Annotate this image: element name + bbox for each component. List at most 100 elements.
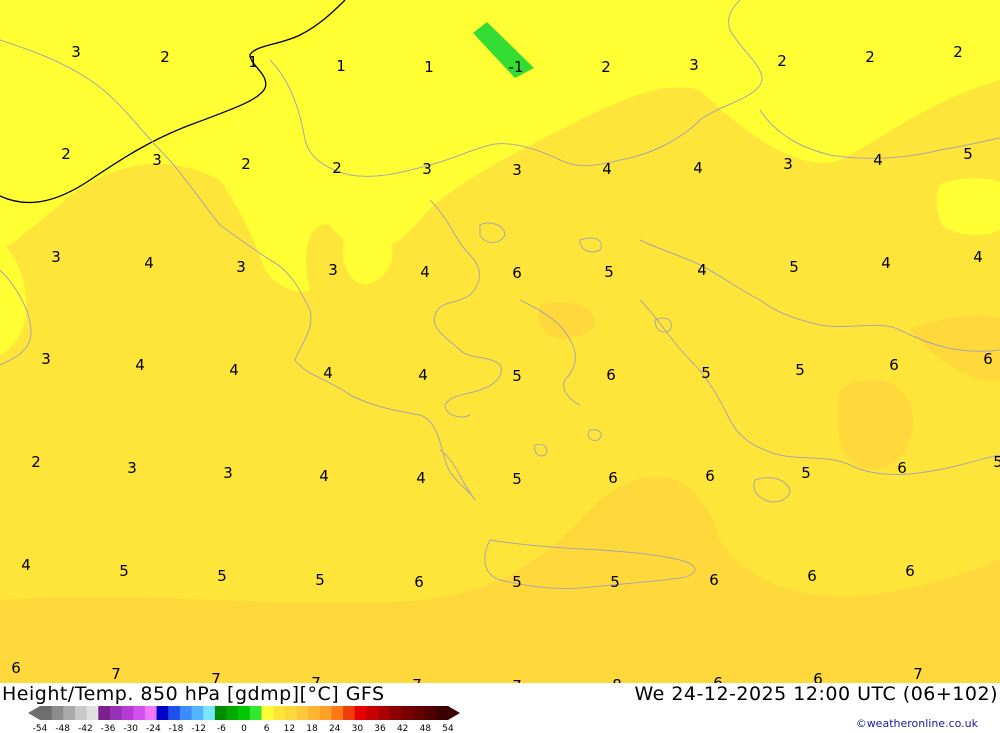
legend-tick-labels: -54 -48 -42 -36 -30 -24 -18 -12 -6 0 6 12 18 24 30 36 42… [33, 724, 454, 733]
temp-label: 6 [709, 571, 719, 589]
legend-swatch [319, 706, 332, 720]
temp-label: 4 [418, 366, 428, 384]
temp-label: 6 [983, 350, 993, 368]
legend-swatch [436, 706, 449, 720]
legend-swatch [331, 706, 344, 720]
legend-swatch [226, 706, 239, 720]
legend-swatch [343, 706, 356, 720]
legend-tick-label: 24 [329, 724, 341, 733]
legend-tick-label: 18 [306, 724, 318, 733]
legend-tick-label: 36 [374, 724, 386, 733]
temp-label: 5 [512, 573, 522, 591]
color-legend: -54 -48 -42 -36 -30 -24 -18 -12 -6 0 6 12 18 24 30 36 42… [28, 706, 460, 733]
legend-tick-label: -36 [101, 724, 116, 733]
temp-label: 3 [152, 151, 162, 169]
legend-tick-label: -6 [217, 724, 226, 733]
temp-label: 3 [328, 261, 338, 279]
legend-swatch [86, 706, 99, 720]
legend-swatch [296, 706, 309, 720]
temp-label: 5 [993, 453, 1000, 471]
temp-label: 7 [412, 676, 422, 683]
temp-label: 8 [612, 676, 622, 683]
temp-label: 6 [414, 573, 424, 591]
temp-label: 3 [223, 464, 233, 482]
temp-label: 4 [135, 356, 145, 374]
temp-label: 2 [241, 155, 251, 173]
temp-label: 3 [689, 56, 699, 74]
temp-label: 7 [111, 665, 121, 683]
temp-label: 4 [420, 263, 430, 281]
legend-swatch [214, 706, 228, 720]
legend-tick-label: 54 [442, 724, 454, 733]
legend-tick-label: -24 [146, 724, 161, 733]
temp-label: 4 [697, 261, 707, 279]
band-2-to-4-east [936, 178, 1000, 235]
legend-tick-label: -30 [123, 724, 138, 733]
legend-swatch [413, 706, 426, 720]
temp-label: 1 [424, 58, 434, 76]
temp-label: 5 [604, 263, 614, 281]
temp-label: 6 [813, 670, 823, 683]
legend-swatch [378, 706, 391, 720]
legend-arrow-left [28, 706, 40, 720]
temp-label: 4 [323, 364, 333, 382]
temp-label: 4 [21, 556, 31, 574]
legend-swatch [354, 706, 367, 720]
temp-label: 5 [610, 573, 620, 591]
legend-swatch [179, 706, 193, 720]
temp-label: -1 [509, 58, 524, 76]
credit-link[interactable]: ©weatheronline.co.uk [856, 717, 978, 730]
temp-label: 4 [602, 160, 612, 178]
temp-label: 2 [953, 43, 963, 61]
temp-label: 4 [693, 159, 703, 177]
temp-label: 6 [905, 562, 915, 580]
legend-swatch [249, 706, 262, 720]
legend-swatch [191, 706, 204, 720]
legend-swatch [156, 706, 169, 720]
temp-label: 1 [336, 57, 346, 75]
temp-label: 5 [217, 567, 227, 585]
legend-swatch [284, 706, 297, 720]
legend-swatch [366, 706, 379, 720]
legend-swatch [121, 706, 134, 720]
legend-tick-label: -12 [191, 724, 206, 733]
legend-swatch [51, 706, 64, 720]
temp-label: 5 [789, 258, 799, 276]
temp-label: 6 [705, 467, 715, 485]
legend-tick-label: 6 [264, 724, 270, 733]
temp-label: 3 [51, 248, 61, 266]
temp-label: 5 [795, 361, 805, 379]
legend-swatch [203, 706, 216, 720]
temp-label: 6 [11, 659, 21, 677]
temp-label: 2 [865, 48, 875, 66]
temp-label: 5 [512, 470, 522, 488]
temp-label: 2 [31, 453, 41, 471]
temp-label: 5 [963, 145, 973, 163]
temp-label: 2 [601, 58, 611, 76]
temp-label: 3 [783, 155, 793, 173]
legend-tick-label: 30 [352, 724, 364, 733]
temp-label: 2 [777, 52, 787, 70]
temp-label: 6 [897, 459, 907, 477]
temp-label: 3 [512, 161, 522, 179]
temp-label: 4 [319, 467, 329, 485]
temp-label: 3 [127, 459, 137, 477]
legend-swatch [63, 706, 76, 720]
legend-tick-label: 48 [420, 724, 432, 733]
temp-label: 3 [41, 350, 51, 368]
legend-tick-label: 0 [241, 724, 247, 733]
map-title: Height/Temp. 850 hPa [gdmp][°C] GFS [2, 683, 385, 705]
temp-label: 3 [236, 258, 246, 276]
temp-label: 6 [606, 366, 616, 384]
legend-swatch [40, 706, 53, 720]
legend-tick-label: 42 [397, 724, 408, 733]
temp-label: 2 [332, 159, 342, 177]
legend-swatch [74, 706, 88, 720]
temp-label: 4 [881, 254, 891, 272]
temp-label: 6 [807, 567, 817, 585]
legend-swatch [424, 706, 437, 720]
legend-tick-label: -54 [33, 724, 48, 733]
legend-arrow-right [448, 706, 460, 720]
legend-tick-label: -48 [55, 724, 70, 733]
temp-label: 2 [160, 48, 170, 66]
